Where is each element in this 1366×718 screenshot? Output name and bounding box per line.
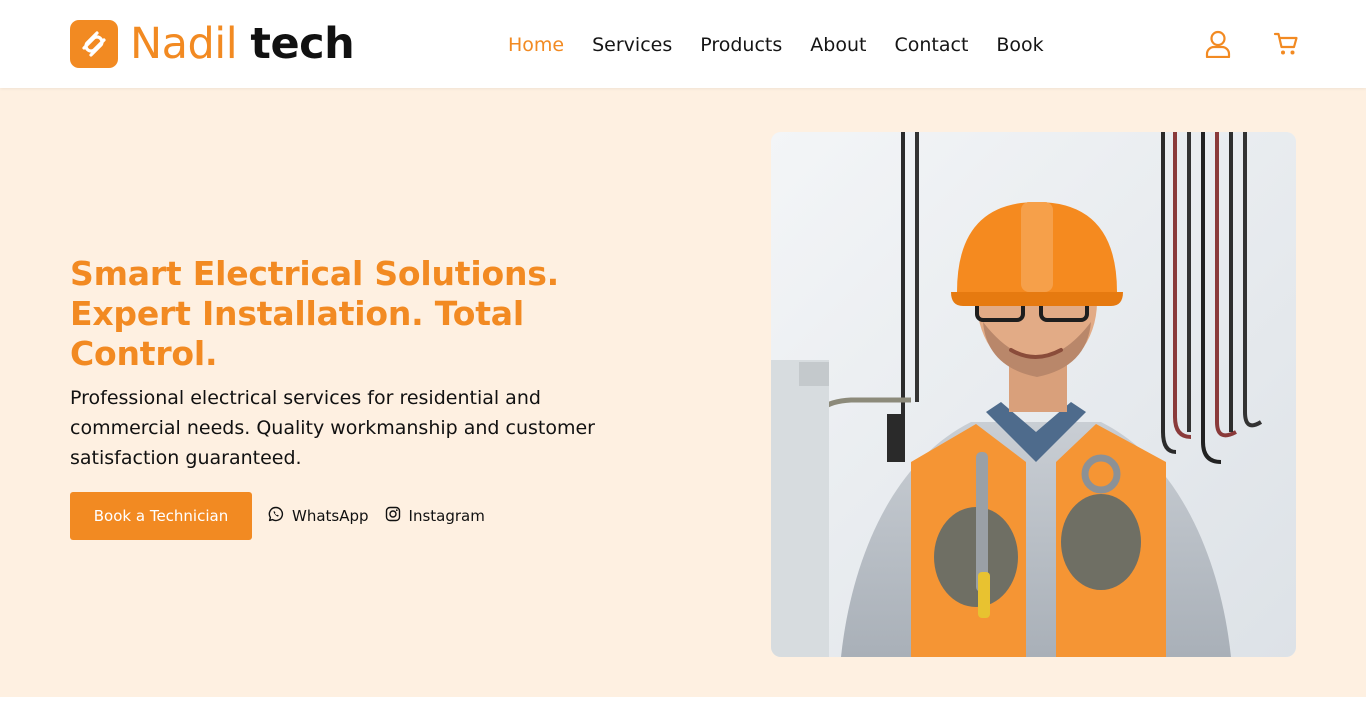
hero-description: Professional electrical services for res… [70, 387, 595, 469]
hero-title: Smart Electrical Solutions. Expert Insta… [70, 254, 560, 373]
book-technician-button[interactable]: Book a Technician [70, 492, 252, 540]
page-bottom-strip [0, 697, 1366, 718]
nav-contact[interactable]: Contact [894, 30, 968, 60]
instagram-icon [385, 506, 401, 526]
nav-products[interactable]: Products [700, 30, 782, 60]
brand-logo[interactable]: Nadil tech [70, 19, 355, 69]
nav-book[interactable]: Book [996, 30, 1043, 60]
instagram-label: Instagram [408, 507, 485, 525]
user-icon[interactable] [1203, 28, 1233, 60]
brand-wordmark: Nadil tech [130, 19, 355, 69]
nav-home[interactable]: Home [508, 30, 564, 60]
header-actions [1203, 28, 1301, 60]
brand-suffix: tech [250, 19, 355, 69]
whatsapp-link[interactable]: WhatsApp [268, 506, 369, 526]
brand-name: Nadil [130, 19, 238, 69]
main-nav: Home Services Products About Contact Boo… [508, 30, 1072, 60]
electrician-photo [771, 132, 1296, 657]
hero-cta-row: Book a Technician WhatsApp Instagram [70, 492, 485, 540]
hero-section: Smart Electrical Solutions. Expert Insta… [0, 88, 1366, 697]
whatsapp-label: WhatsApp [292, 507, 369, 525]
paperclip-logo-icon [70, 20, 118, 68]
nav-about[interactable]: About [810, 30, 866, 60]
nav-services[interactable]: Services [592, 30, 672, 60]
cart-icon[interactable] [1271, 28, 1301, 60]
whatsapp-icon [268, 506, 284, 526]
instagram-link[interactable]: Instagram [385, 506, 485, 526]
site-header: Nadil tech Home Services Products About … [0, 0, 1366, 88]
